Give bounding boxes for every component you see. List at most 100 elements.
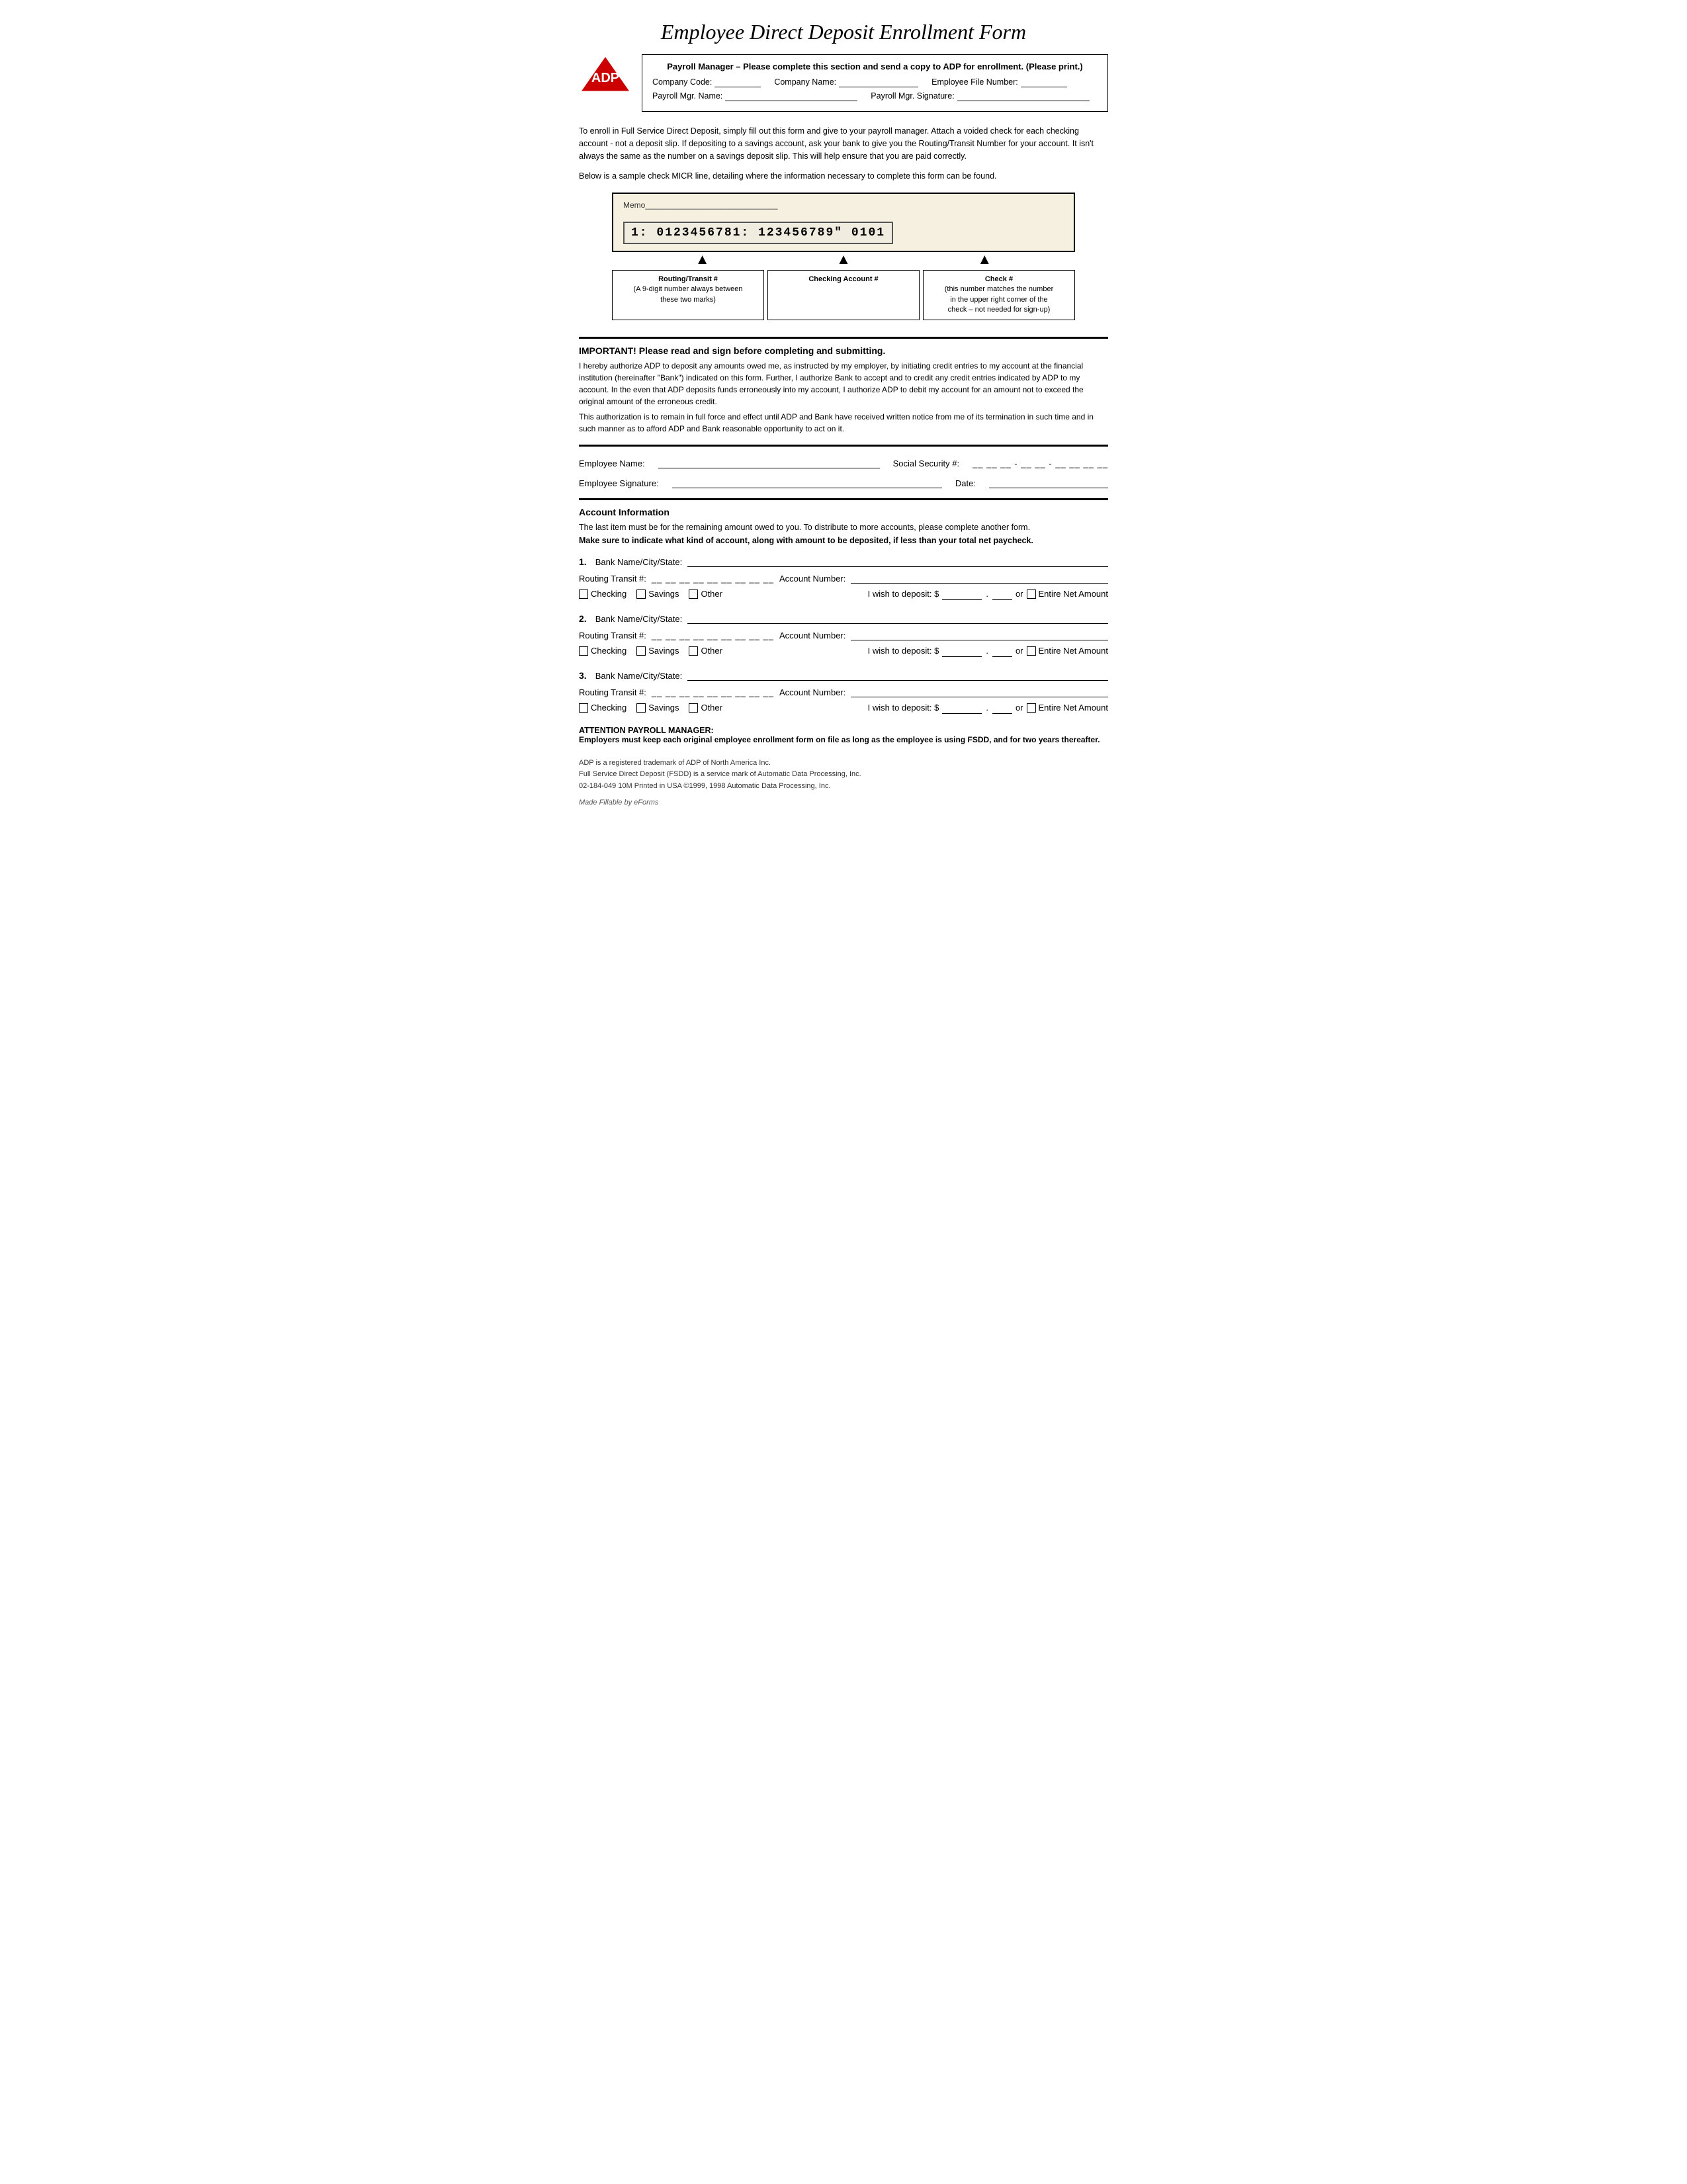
entry2-other-label: Other: [701, 646, 722, 656]
company-info-row: Company Code: Company Name: Employee Fil…: [652, 77, 1098, 87]
entry3-deposit-amount[interactable]: [942, 702, 982, 714]
entry1-savings-label: Savings: [648, 589, 679, 599]
account-entry-1: 1. Bank Name/City/State: Routing Transit…: [579, 555, 1108, 600]
entry2-checking-cb[interactable]: Checking: [579, 646, 627, 656]
entry3-deposit-cents[interactable]: [992, 702, 1012, 714]
date-label: Date:: [955, 478, 976, 488]
entry2-savings-cb[interactable]: Savings: [636, 646, 679, 656]
entry1-account-input[interactable]: [851, 572, 1108, 584]
entry1-bank-input[interactable]: [687, 555, 1108, 567]
entry3-checking-label: Checking: [591, 703, 627, 713]
entry3-bank-row: 3. Bank Name/City/State:: [579, 669, 1108, 681]
entry3-other-label: Other: [701, 703, 722, 713]
entry3-deposit-wish: I wish to deposit: $ . or Entire Net Amo…: [868, 702, 1108, 714]
employee-file-input[interactable]: [1021, 77, 1067, 87]
employee-file-label: Employee File Number:: [931, 77, 1018, 87]
company-name-input[interactable]: [839, 77, 918, 87]
adp-logo: ADP: [579, 54, 632, 94]
entry1-savings-cb[interactable]: Savings: [636, 589, 679, 599]
entry3-savings-label: Savings: [648, 703, 679, 713]
entry2-entire-net-label: Entire Net Amount: [1039, 646, 1109, 656]
entry2-routing-pattern: __ __ __ __ __ __ __ __ __: [652, 631, 774, 640]
entry3-bank-label: Bank Name/City/State:: [595, 671, 683, 681]
entry3-deposit-label: I wish to deposit: $: [868, 703, 939, 713]
entry3-or-label: or: [1016, 703, 1023, 713]
important-text1: I hereby authorize ADP to deposit any am…: [579, 360, 1108, 408]
entry1-checkbox-row: Checking Savings Other I wish to deposit…: [579, 588, 1108, 600]
entry3-bank-input[interactable]: [687, 669, 1108, 681]
entry1-other-cb[interactable]: Other: [689, 589, 722, 599]
entry3-entire-net-checkbox[interactable]: [1027, 703, 1036, 713]
entry2-deposit-amount[interactable]: [942, 645, 982, 657]
entry3-checking-checkbox[interactable]: [579, 703, 588, 713]
entry2-bank-input[interactable]: [687, 612, 1108, 624]
made-fillable: Made Fillable by eForms: [579, 799, 1108, 807]
payroll-mgr-label: Payroll Mgr. Name:: [652, 91, 722, 101]
intro-para2: Below is a sample check MICR line, detai…: [579, 170, 1108, 183]
payroll-sig-field: Payroll Mgr. Signature:: [871, 91, 1089, 101]
important-text2: This authorization is to remain in full …: [579, 411, 1108, 435]
check-labels-row: Routing/Transit # (A 9-digit number alwa…: [612, 270, 1075, 320]
entry1-deposit-cents[interactable]: [992, 588, 1012, 600]
entry1-deposit-amount[interactable]: [942, 588, 982, 600]
payroll-mgr-input[interactable]: [725, 91, 857, 101]
entry1-savings-checkbox[interactable]: [636, 590, 646, 599]
date-input[interactable]: [989, 476, 1108, 488]
entry1-other-label: Other: [701, 589, 722, 599]
entry1-entire-net-cb[interactable]: Entire Net Amount: [1027, 589, 1109, 599]
company-code-input[interactable]: [714, 77, 761, 87]
entry2-savings-checkbox[interactable]: [636, 646, 646, 656]
entry2-checkbox-row: Checking Savings Other I wish to deposit…: [579, 645, 1108, 657]
entry1-routing-pattern: __ __ __ __ __ __ __ __ __: [652, 574, 774, 584]
account-section: Account Information The last item must b…: [579, 507, 1108, 714]
attention-box: ATTENTION PAYROLL MANAGER: Employers mus…: [579, 726, 1108, 744]
entry3-savings-cb[interactable]: Savings: [636, 703, 679, 713]
account-section-bold-note: Make sure to indicate what kind of accou…: [579, 536, 1108, 545]
entry2-checking-checkbox[interactable]: [579, 646, 588, 656]
entry2-deposit-cents[interactable]: [992, 645, 1012, 657]
employee-sig-row: Employee Signature: Date:: [579, 476, 1108, 488]
important-section: IMPORTANT! Please read and sign before c…: [579, 337, 1108, 447]
entry3-checkbox-row: Checking Savings Other I wish to deposit…: [579, 702, 1108, 714]
employee-sig-input[interactable]: [672, 476, 942, 488]
entry3-account-input[interactable]: [851, 685, 1108, 697]
entry2-deposit-label: I wish to deposit: $: [868, 646, 939, 656]
important-heading: IMPORTANT! Please read and sign before c…: [579, 345, 1108, 356]
entry2-other-cb[interactable]: Other: [689, 646, 722, 656]
arrow-checking: ▲: [836, 252, 851, 267]
entry1-deposit-wish: I wish to deposit: $ . or Entire Net Amo…: [868, 588, 1108, 600]
entry3-entire-net-cb[interactable]: Entire Net Amount: [1027, 703, 1109, 713]
entry1-checking-label: Checking: [591, 589, 627, 599]
info-box: Payroll Manager – Please complete this s…: [642, 54, 1108, 112]
payroll-sig-label: Payroll Mgr. Signature:: [871, 91, 954, 101]
employee-name-input[interactable]: [658, 457, 880, 468]
entry1-account-label: Account Number:: [779, 574, 845, 584]
account-section-desc: The last item must be for the remaining …: [579, 523, 1108, 532]
arrow-routing: ▲: [695, 252, 710, 267]
entry2-decimal: .: [986, 646, 988, 656]
entry2-account-input[interactable]: [851, 629, 1108, 640]
entry1-routing-row: Routing Transit #: __ __ __ __ __ __ __ …: [579, 572, 1108, 584]
entry1-checking-cb[interactable]: Checking: [579, 589, 627, 599]
footer: ADP is a registered trademark of ADP of …: [579, 758, 1108, 793]
svg-text:ADP: ADP: [591, 71, 619, 85]
entry1-checking-checkbox[interactable]: [579, 590, 588, 599]
entry3-checking-cb[interactable]: Checking: [579, 703, 627, 713]
entry2-entire-net-checkbox[interactable]: [1027, 646, 1036, 656]
entry2-entire-net-cb[interactable]: Entire Net Amount: [1027, 646, 1109, 656]
entry1-other-checkbox[interactable]: [689, 590, 698, 599]
employee-name-label: Employee Name:: [579, 459, 645, 468]
payroll-sig-input[interactable]: [957, 91, 1090, 101]
entry2-other-checkbox[interactable]: [689, 646, 698, 656]
entry3-other-cb[interactable]: Other: [689, 703, 722, 713]
entry1-bank-label: Bank Name/City/State:: [595, 557, 683, 567]
section-divider: [579, 498, 1108, 500]
entry1-entire-net-checkbox[interactable]: [1027, 590, 1036, 599]
account-entry-2: 2. Bank Name/City/State: Routing Transit…: [579, 612, 1108, 657]
ssn-label: Social Security #:: [893, 459, 959, 468]
entry3-savings-checkbox[interactable]: [636, 703, 646, 713]
company-code-label: Company Code:: [652, 77, 712, 87]
intro-para1: To enroll in Full Service Direct Deposit…: [579, 125, 1108, 162]
entry3-other-checkbox[interactable]: [689, 703, 698, 713]
micr-line: 1: 0123456781: 123456789" 0101: [623, 222, 893, 244]
